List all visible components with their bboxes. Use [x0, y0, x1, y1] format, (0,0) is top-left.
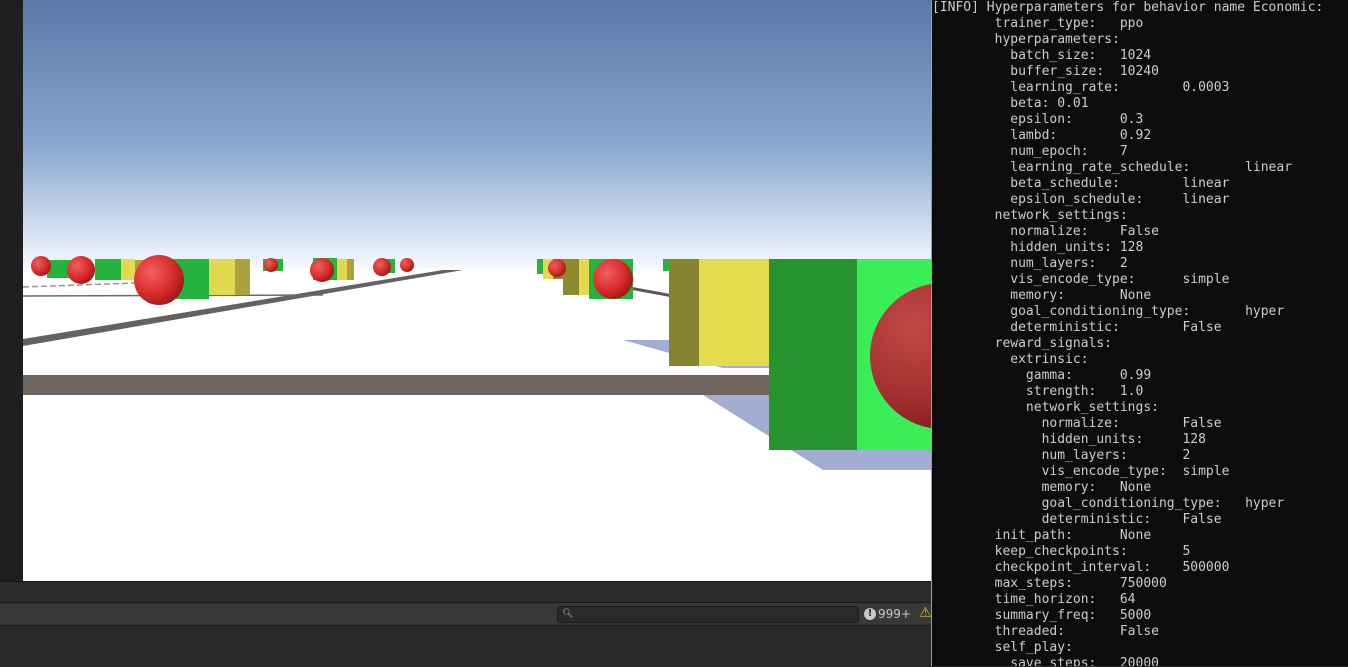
terminal-line: deterministic: False [932, 512, 1222, 527]
terminal-line: epsilon: 0.3 [932, 112, 1144, 127]
box [235, 259, 250, 295]
terminal-line: normalize: False [932, 224, 1159, 239]
terminal-line: checkpoint_interval: 500000 [932, 560, 1230, 575]
terminal-line: batch_size: 1024 [932, 48, 1152, 63]
console-panel: 🔍︎ ! 999+ ⚠︎ [0, 581, 932, 667]
terminal-line: self_play: [932, 640, 1073, 655]
error-count-toggle[interactable]: ! 999+ [864, 606, 911, 622]
box [769, 259, 857, 450]
sphere [400, 258, 414, 272]
terminal-line: hidden_units: 128 [932, 432, 1206, 447]
box [337, 259, 347, 280]
sphere [373, 258, 391, 276]
box [579, 259, 589, 295]
terminal-line: vis_encode_type: simple [932, 272, 1230, 287]
terminal-line: init_path: None [932, 528, 1152, 543]
console-log-area [0, 626, 931, 667]
terminal-line: epsilon_schedule: linear [932, 192, 1230, 207]
sphere [548, 259, 566, 277]
terminal-line: normalize: False [932, 416, 1222, 431]
terminal-line: vis_encode_type: simple [932, 464, 1230, 479]
sphere [67, 256, 95, 284]
terminal-line: threaded: False [932, 624, 1159, 639]
box [699, 259, 771, 366]
console-toolbar: 🔍︎ ! 999+ ⚠︎ [0, 602, 932, 626]
terminal-window[interactable]: [INFO] Hyperparameters for behavior name… [931, 0, 1348, 666]
terminal-line: trainer_type: ppo [932, 16, 1144, 31]
terminal-line: learning_rate: 0.0003 [932, 80, 1230, 95]
terminal-line: network_settings: [932, 400, 1159, 415]
box [209, 259, 235, 295]
terminal-line: deterministic: False [932, 320, 1222, 335]
box [347, 259, 354, 280]
terminal-line: max_steps: 750000 [932, 576, 1167, 591]
terminal-line: beta: 0.01 [932, 96, 1089, 111]
box [95, 259, 123, 280]
box [669, 259, 699, 366]
left-panel-strip [0, 0, 24, 582]
sphere [31, 256, 51, 276]
terminal-line: learning_rate_schedule: linear [932, 160, 1293, 175]
terminal-line: goal_conditioning_type: hyper [932, 304, 1285, 319]
terminal-line: save_steps: 20000 [932, 656, 1159, 666]
box [121, 259, 135, 280]
search-icon: 🔍︎ [562, 609, 574, 619]
terminal-line: strength: 1.0 [932, 384, 1144, 399]
terminal-line: extrinsic: [932, 352, 1089, 367]
terminal-line: memory: None [932, 288, 1152, 303]
sphere [310, 258, 334, 282]
terminal-line: summary_freq: 5000 [932, 608, 1152, 623]
terminal-output: [INFO] Hyperparameters for behavior name… [932, 0, 1348, 666]
box [563, 259, 579, 295]
sky [23, 0, 931, 270]
console-search-input[interactable]: 🔍︎ [557, 606, 859, 623]
terminal-line: lambd: 0.92 [932, 128, 1152, 143]
terminal-line: memory: None [932, 480, 1152, 495]
sphere [593, 259, 633, 299]
terminal-line: keep_checkpoints: 5 [932, 544, 1191, 559]
error-count-label: 999+ [878, 607, 911, 621]
sphere [264, 258, 278, 272]
terminal-line: gamma: 0.99 [932, 368, 1152, 383]
terminal-line: num_layers: 2 [932, 256, 1128, 271]
terminal-line: num_layers: 2 [932, 448, 1191, 463]
terminal-line: hidden_units: 128 [932, 240, 1144, 255]
terminal-line: beta_schedule: linear [932, 176, 1230, 191]
unity-editor: 🔍︎ ! 999+ ⚠︎ [0, 0, 932, 667]
terminal-line: reward_signals: [932, 336, 1113, 351]
terminal-line: time_horizon: 64 [932, 592, 1136, 607]
terminal-line: hyperparameters: [932, 32, 1120, 47]
terminal-line: [INFO] Hyperparameters for behavior name… [932, 0, 1324, 15]
terminal-line: buffer_size: 10240 [932, 64, 1159, 79]
exclamation-circle-icon: ! [864, 608, 876, 620]
game-view[interactable] [23, 0, 931, 581]
sphere [134, 255, 184, 305]
game-scene [23, 0, 931, 581]
ground-rail [23, 375, 783, 395]
terminal-line: goal_conditioning_type: hyper [932, 496, 1285, 511]
terminal-line: network_settings: [932, 208, 1128, 223]
terminal-line: num_epoch: 7 [932, 144, 1128, 159]
warning-triangle-icon[interactable]: ⚠︎ [919, 605, 932, 621]
